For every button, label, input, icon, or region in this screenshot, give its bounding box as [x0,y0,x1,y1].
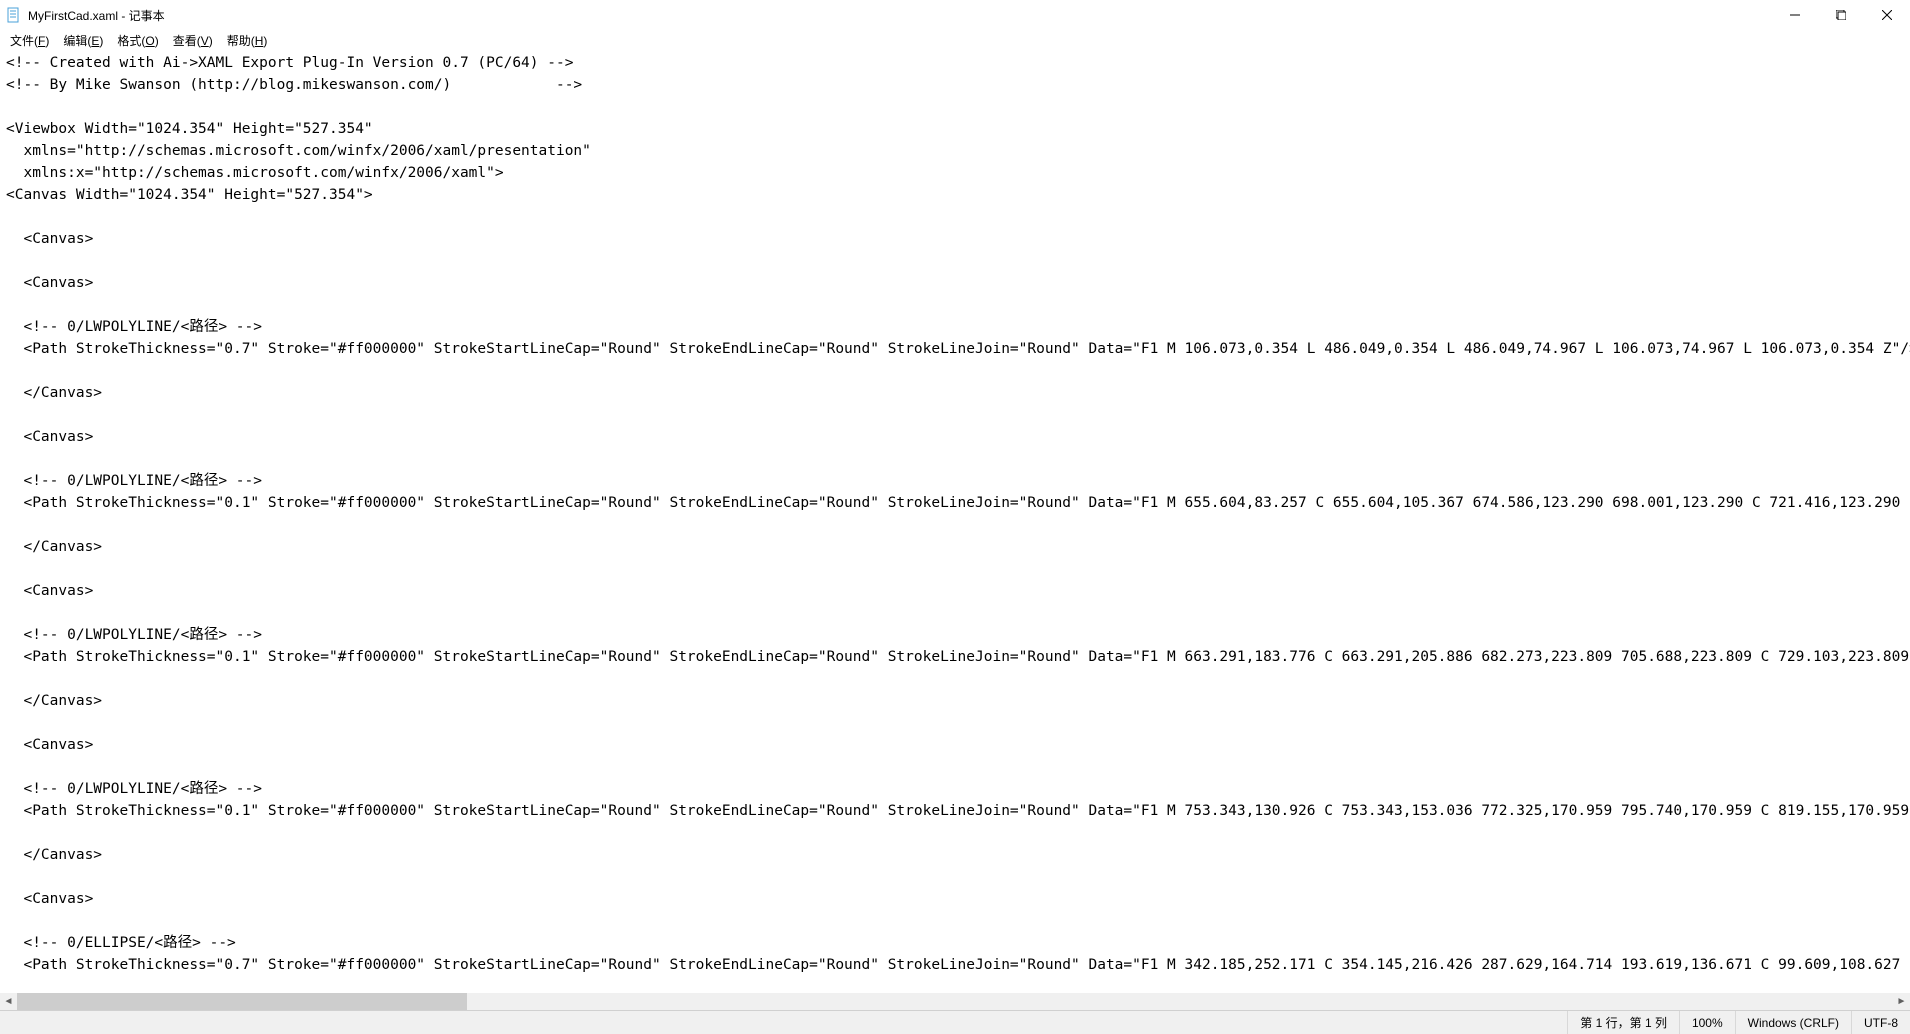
horizontal-scrollbar[interactable]: ◄ ► [0,993,1910,1010]
menu-edit[interactable]: 编辑(E) [57,30,109,51]
statusbar: 第 1 行，第 1 列 100% Windows (CRLF) UTF-8 [0,1010,1910,1034]
scrollbar-track[interactable] [17,993,1893,1010]
notepad-icon [6,7,22,23]
scroll-right-arrow-icon[interactable]: ► [1893,993,1910,1010]
status-zoom: 100% [1679,1011,1735,1034]
status-encoding: UTF-8 [1851,1011,1910,1034]
maximize-button[interactable] [1818,0,1864,30]
text-content[interactable]: <!-- Created with Ai->XAML Export Plug-I… [0,50,1910,993]
close-button[interactable] [1864,0,1910,30]
window-controls [1772,0,1910,30]
menu-format[interactable]: 格式(O) [111,30,164,51]
titlebar: MyFirstCad.xaml - 记事本 [0,0,1910,30]
scrollbar-thumb[interactable] [17,993,467,1010]
menu-file[interactable]: 文件(F) [4,30,55,51]
window-title: MyFirstCad.xaml - 记事本 [28,7,165,24]
status-line-ending: Windows (CRLF) [1735,1011,1851,1034]
menu-view[interactable]: 查看(V) [167,30,219,51]
menubar: 文件(F) 编辑(E) 格式(O) 查看(V) 帮助(H) [0,30,1910,50]
scroll-left-arrow-icon[interactable]: ◄ [0,993,17,1010]
menu-help[interactable]: 帮助(H) [221,30,274,51]
status-position: 第 1 行，第 1 列 [1567,1011,1679,1034]
minimize-button[interactable] [1772,0,1818,30]
editor-area: <!-- Created with Ai->XAML Export Plug-I… [0,50,1910,1010]
